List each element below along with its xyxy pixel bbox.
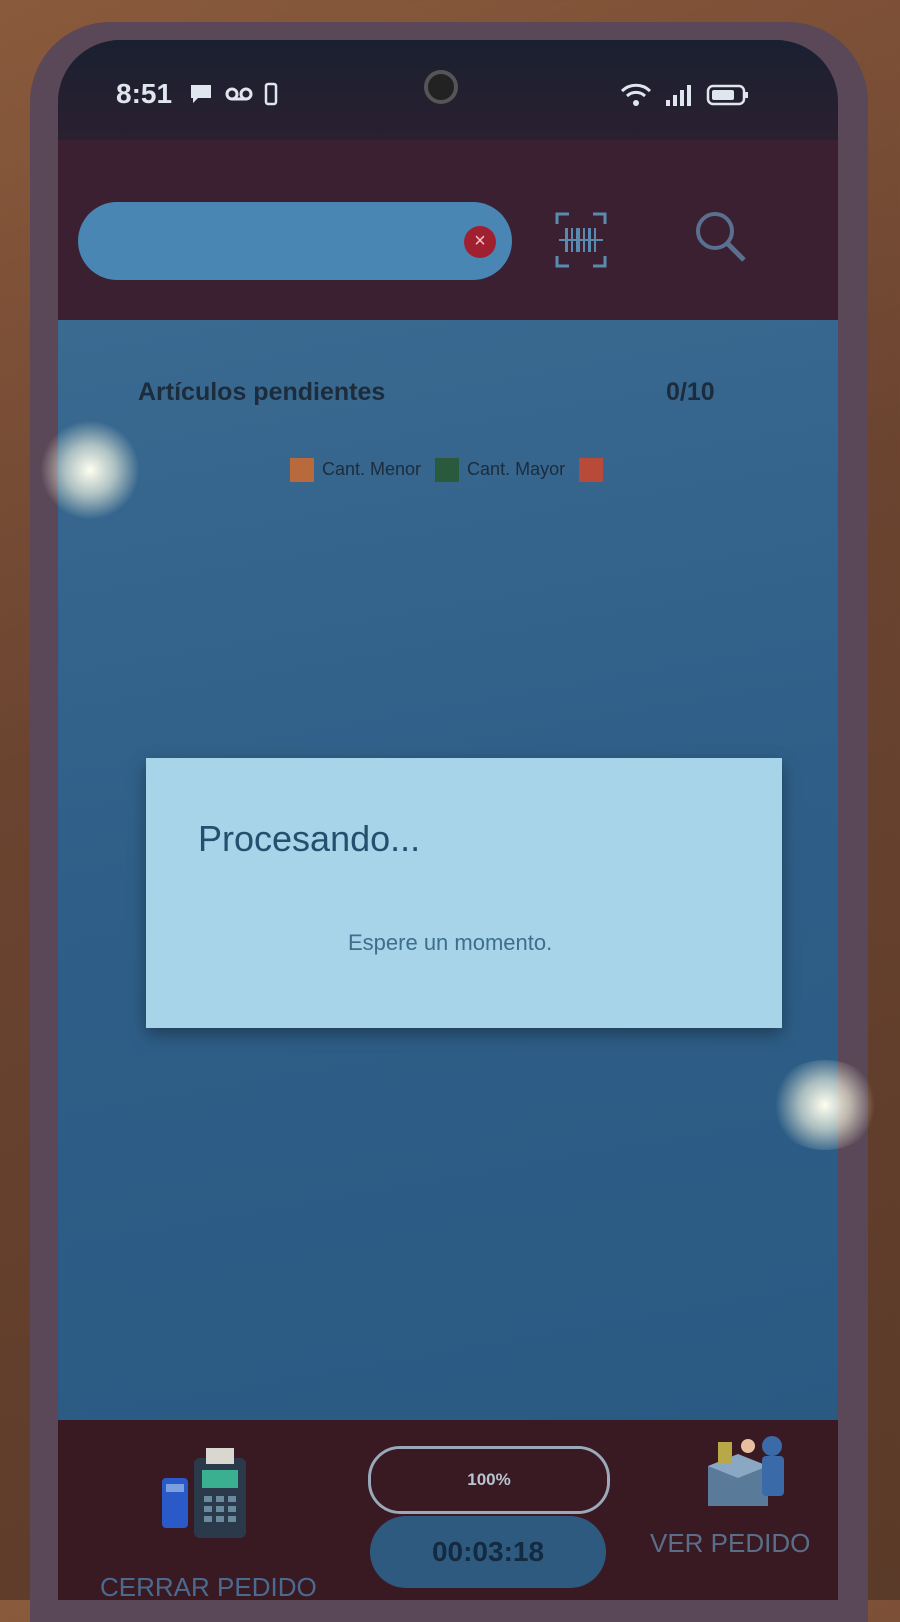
dialog-message: Espere un momento. bbox=[348, 930, 553, 955]
processing-dialog: Procesando... Espere un momento. bbox=[146, 758, 782, 1028]
close-order-label[interactable]: CERRAR PEDIDO bbox=[100, 1572, 317, 1600]
legend-swatch bbox=[435, 458, 460, 482]
payment-terminal-icon bbox=[162, 1448, 246, 1538]
voicemail-icon bbox=[224, 82, 254, 111]
status-bar: 8:51 bbox=[58, 40, 838, 140]
legend-item-menor: Cant. Menor bbox=[290, 458, 421, 482]
delivery-box-icon bbox=[708, 1436, 784, 1506]
legend-swatch bbox=[290, 458, 314, 482]
device-icon bbox=[264, 82, 278, 111]
order-timer: 00:03:18 bbox=[370, 1516, 606, 1588]
barcode-icon bbox=[555, 212, 607, 268]
view-order-label[interactable]: VER PEDIDO bbox=[650, 1528, 810, 1559]
light-glare bbox=[40, 420, 140, 520]
dialog-title: Procesando... bbox=[198, 818, 421, 859]
legend-swatch bbox=[579, 458, 604, 482]
legend-label: Cant. Menor bbox=[322, 458, 422, 479]
status-time: 8:51 bbox=[116, 78, 173, 109]
legend: Cant. Menor Cant. Mayor bbox=[290, 458, 611, 482]
order-progress-bar: 100% bbox=[368, 1446, 610, 1514]
bottom-bar: CERRAR PEDIDO 100% 00:03:18 VER PEDIDO bbox=[58, 1420, 838, 1600]
legend-item-third bbox=[579, 458, 611, 482]
app-top-bar: × bbox=[58, 140, 838, 320]
search-button[interactable] bbox=[690, 206, 750, 266]
legend-item-mayor: Cant. Mayor bbox=[435, 458, 565, 482]
legend-label: Cant. Mayor bbox=[467, 458, 566, 479]
status-icons-right bbox=[620, 82, 750, 113]
app-screen: 8:51 × Artículos pendientes 0/10 Cant. M… bbox=[58, 40, 838, 1600]
pending-items-count: 0/10 bbox=[666, 378, 715, 406]
light-glare bbox=[770, 1060, 880, 1150]
battery-icon bbox=[706, 83, 750, 112]
barcode-scan-button[interactable] bbox=[555, 212, 607, 268]
clear-search-button[interactable]: × bbox=[464, 226, 496, 258]
status-icons-left bbox=[188, 82, 278, 111]
front-camera bbox=[424, 70, 458, 104]
pending-items-row: Artículos pendientes 0/10 bbox=[98, 370, 715, 420]
chat-icon bbox=[188, 82, 214, 111]
search-input[interactable]: × bbox=[78, 202, 512, 280]
pending-items-label: Artículos pendientes bbox=[138, 378, 386, 406]
wifi-icon bbox=[620, 82, 652, 113]
signal-icon bbox=[664, 82, 694, 113]
search-icon bbox=[696, 212, 746, 262]
progress-text: 100% bbox=[467, 1470, 511, 1489]
